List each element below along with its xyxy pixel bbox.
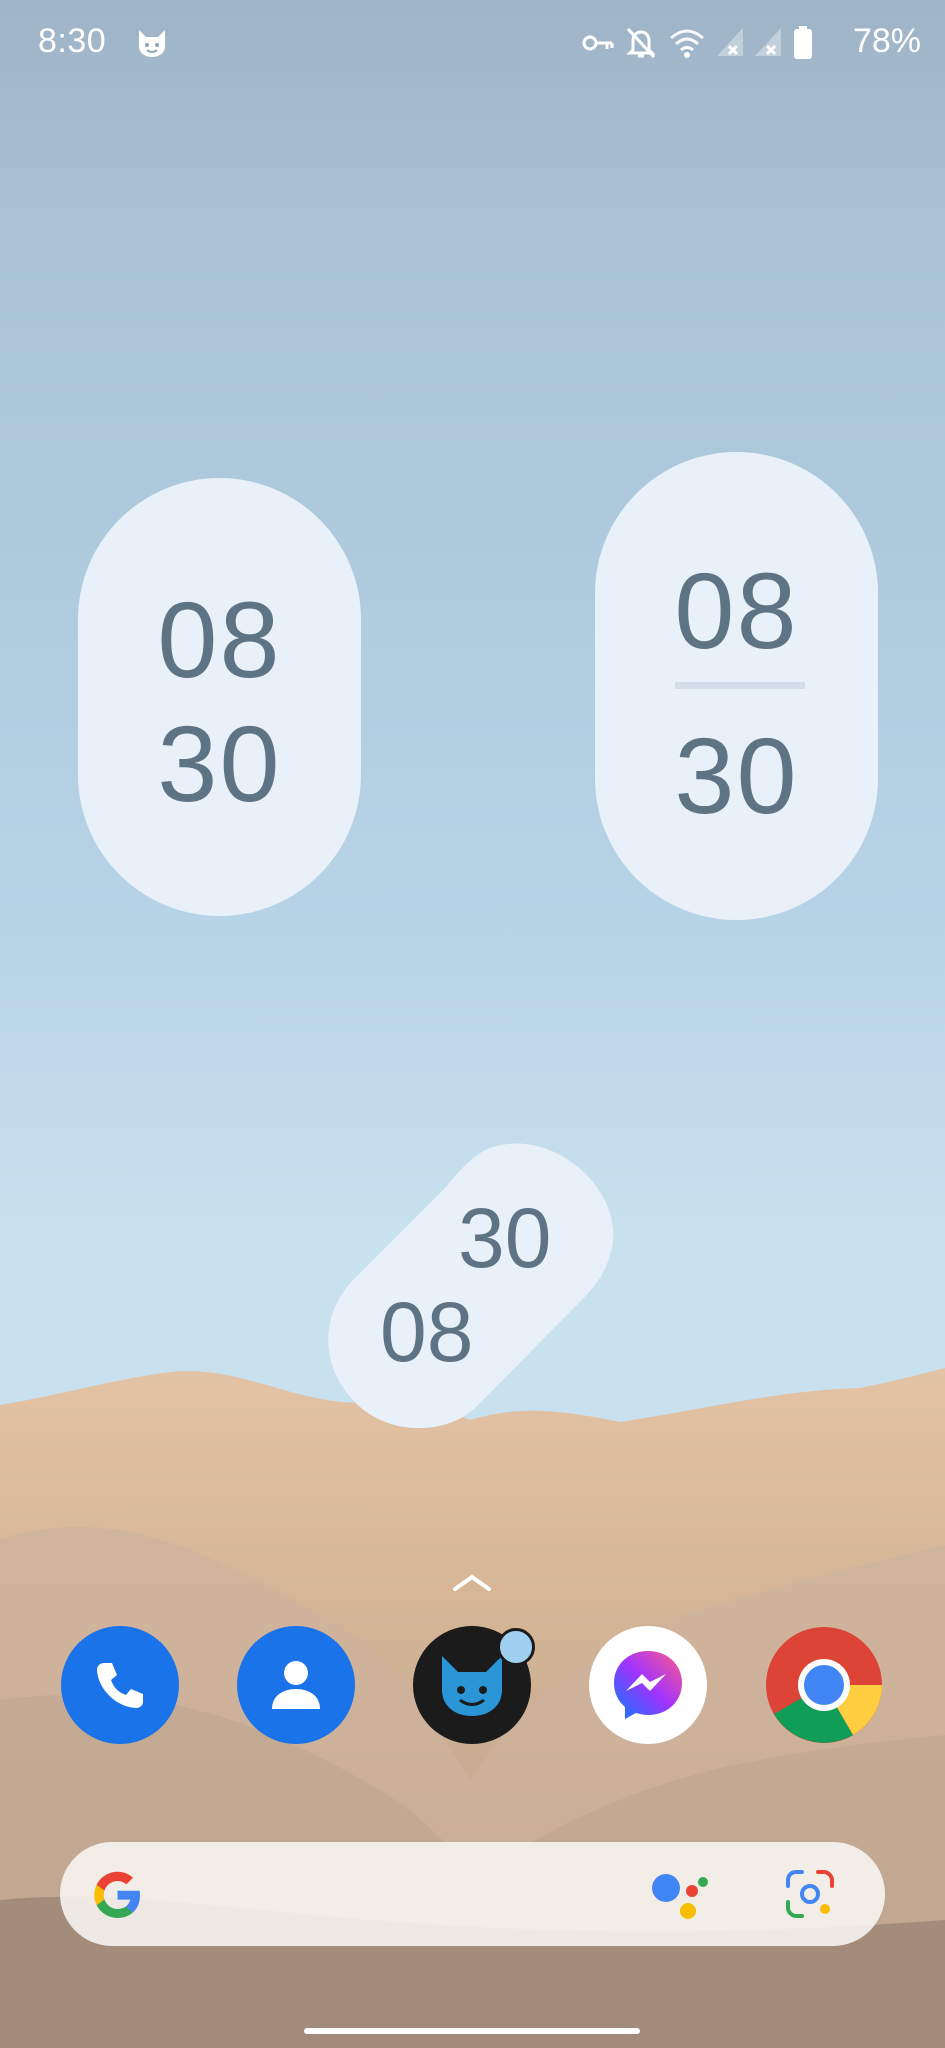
- status-icons: 78%: [581, 22, 921, 66]
- signal-no-data-icon: [717, 28, 743, 56]
- clock-widget-stacked[interactable]: 08 30: [78, 478, 361, 916]
- google-g-icon[interactable]: [88, 1866, 146, 1924]
- battery-percentage: 78%: [852, 22, 921, 60]
- chrome-icon: [766, 1627, 882, 1743]
- clock-widget-diagonal[interactable]: 30 08: [325, 1140, 620, 1428]
- notifications-off-icon: [626, 27, 656, 59]
- google-search-bar[interactable]: [60, 1842, 885, 1946]
- google-lens-icon[interactable]: [782, 1866, 838, 1922]
- chrome-app[interactable]: [765, 1626, 883, 1744]
- contacts-icon: [272, 1661, 320, 1709]
- app-drawer-chevron-up-icon[interactable]: [452, 1572, 492, 1592]
- cat-icon: [442, 1656, 502, 1716]
- phone-icon: [97, 1663, 143, 1708]
- signal-no-data-icon-2: [755, 28, 781, 56]
- phone-app[interactable]: [61, 1626, 179, 1744]
- clock-minute: 30: [674, 715, 799, 836]
- wifi-icon: [670, 29, 704, 58]
- clock-hour: 08: [674, 550, 799, 671]
- messenger-icon: [614, 1651, 682, 1719]
- status-bar[interactable]: 8:30 78%: [0, 0, 945, 90]
- clock-minute: 30: [458, 1191, 552, 1285]
- clock-hour: 08: [380, 1285, 474, 1379]
- clock-hour: 08: [157, 579, 282, 700]
- google-assistant-icon[interactable]: [650, 1866, 710, 1922]
- gesture-navigation-handle[interactable]: [304, 2028, 640, 2034]
- clock-divider: [675, 682, 805, 689]
- cat-notification-icon: [139, 30, 165, 57]
- vpn-key-icon: [582, 35, 614, 51]
- clock-minute: 30: [157, 703, 282, 824]
- status-time: 8:30: [38, 22, 107, 60]
- clock-widget-divided[interactable]: 08 30: [595, 452, 878, 920]
- notification-dot: [497, 1628, 535, 1666]
- messenger-app[interactable]: [589, 1626, 707, 1744]
- battery-icon: [794, 26, 812, 59]
- contacts-app[interactable]: [237, 1626, 355, 1744]
